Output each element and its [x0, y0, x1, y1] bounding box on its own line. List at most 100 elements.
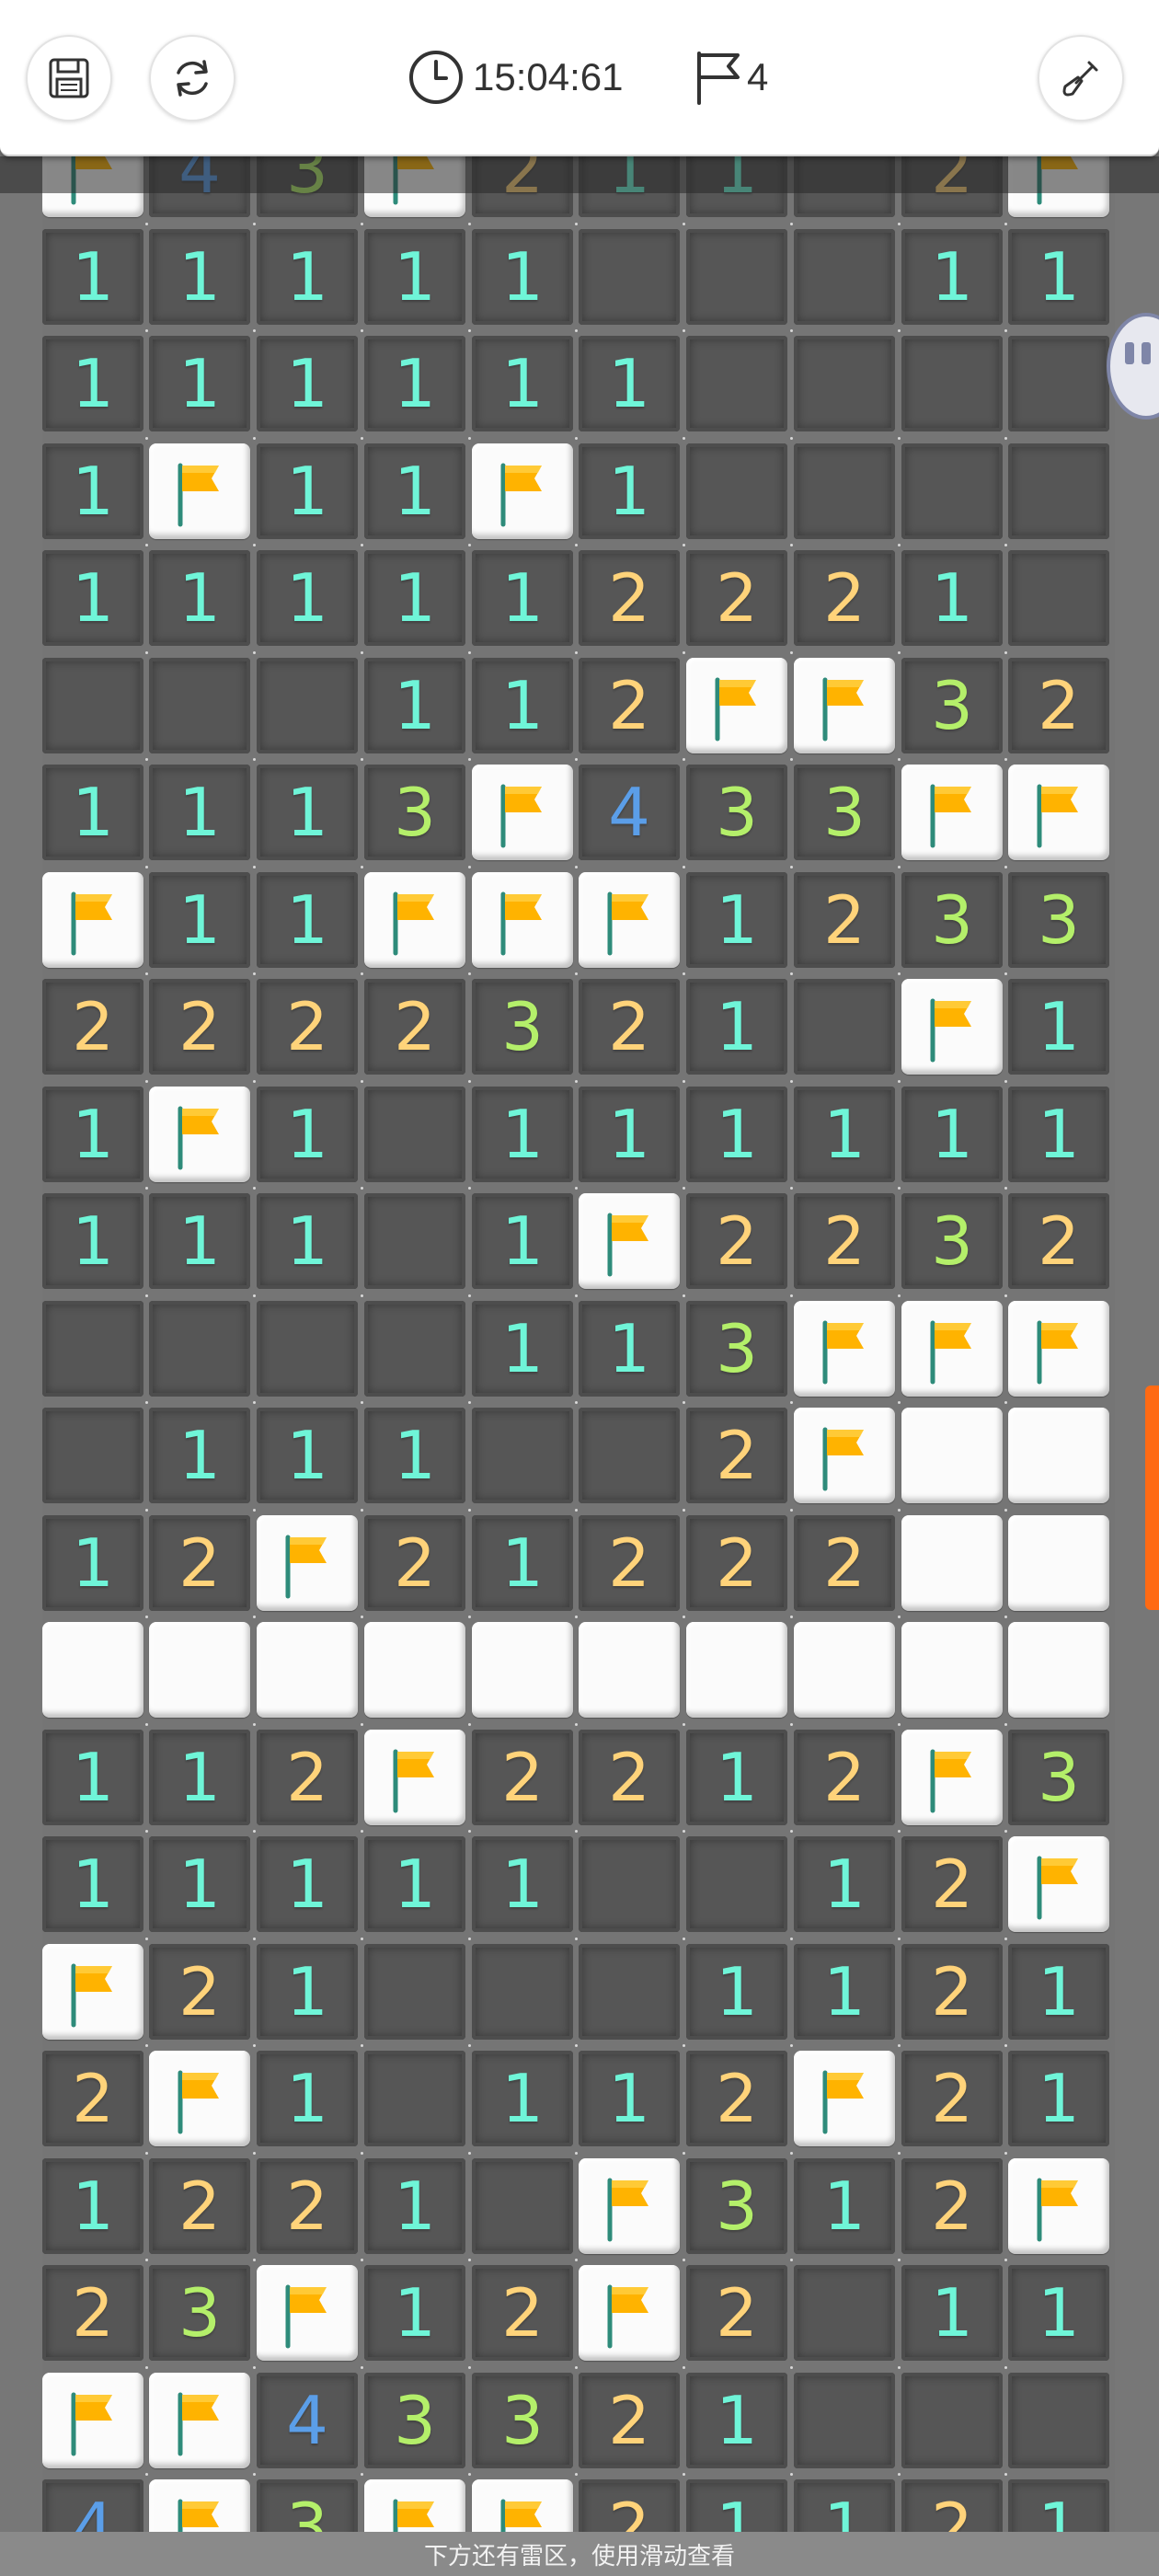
revealed-number-cell[interactable]: 3: [686, 2157, 787, 2254]
revealed-number-cell[interactable]: 2: [579, 1729, 680, 1825]
revealed-number-cell[interactable]: 3: [686, 1300, 787, 1397]
revealed-empty-cell[interactable]: [257, 657, 358, 753]
revealed-number-cell[interactable]: 1: [364, 336, 465, 431]
revealed-number-cell[interactable]: 1: [472, 228, 573, 325]
covered-cell[interactable]: [257, 1622, 358, 1718]
revealed-number-cell[interactable]: 1: [42, 1729, 143, 1825]
revealed-number-cell[interactable]: 2: [257, 2157, 358, 2254]
revealed-number-cell[interactable]: 1: [42, 2157, 143, 2254]
revealed-number-cell[interactable]: 1: [472, 550, 573, 646]
revealed-number-cell[interactable]: 1: [257, 2051, 358, 2146]
revealed-number-cell[interactable]: 1: [1008, 228, 1109, 325]
revealed-number-cell[interactable]: 1: [686, 871, 787, 968]
revealed-number-cell[interactable]: 1: [364, 1408, 465, 1503]
revealed-empty-cell[interactable]: [794, 979, 895, 1075]
revealed-number-cell[interactable]: 1: [42, 228, 143, 325]
revealed-number-cell[interactable]: 1: [257, 336, 358, 431]
revealed-number-cell[interactable]: 1: [579, 336, 680, 431]
revealed-number-cell[interactable]: 2: [579, 550, 680, 646]
revealed-number-cell[interactable]: 1: [149, 765, 250, 860]
revealed-number-cell[interactable]: 2: [42, 2051, 143, 2146]
revealed-empty-cell[interactable]: [794, 2372, 895, 2468]
revealed-empty-cell[interactable]: [1008, 443, 1109, 539]
revealed-number-cell[interactable]: 1: [901, 550, 1003, 646]
revealed-number-cell[interactable]: 2: [686, 2051, 787, 2146]
covered-cell[interactable]: [1008, 1622, 1109, 1718]
revealed-number-cell[interactable]: 1: [257, 1193, 358, 1289]
revealed-number-cell[interactable]: 1: [579, 1300, 680, 1397]
revealed-number-cell[interactable]: 2: [901, 1943, 1003, 2040]
flagged-cell[interactable]: [794, 2051, 895, 2146]
revealed-number-cell[interactable]: 2: [794, 871, 895, 968]
flagged-cell[interactable]: [1008, 2157, 1109, 2254]
flagged-cell[interactable]: [794, 1408, 895, 1503]
revealed-number-cell[interactable]: 1: [257, 1836, 358, 1932]
flagged-cell[interactable]: [364, 1729, 465, 1825]
revealed-number-cell[interactable]: 1: [472, 657, 573, 753]
revealed-number-cell[interactable]: 2: [901, 2157, 1003, 2254]
covered-cell[interactable]: [901, 1514, 1003, 1611]
flagged-cell[interactable]: [579, 2157, 680, 2254]
revealed-number-cell[interactable]: 2: [686, 1514, 787, 1611]
revealed-number-cell[interactable]: 2: [472, 1729, 573, 1825]
flagged-cell[interactable]: [42, 2372, 143, 2468]
revealed-number-cell[interactable]: 1: [901, 2265, 1003, 2361]
flagged-cell[interactable]: [257, 1514, 358, 1611]
covered-cell[interactable]: [901, 1622, 1003, 1718]
flagged-cell[interactable]: [901, 1300, 1003, 1397]
revealed-empty-cell[interactable]: [364, 1086, 465, 1182]
restart-button[interactable]: [149, 35, 235, 121]
revealed-empty-cell[interactable]: [472, 1408, 573, 1503]
flagged-cell[interactable]: [794, 1300, 895, 1397]
flagged-cell[interactable]: [1008, 1300, 1109, 1397]
flagged-cell[interactable]: [1008, 1836, 1109, 1932]
revealed-number-cell[interactable]: 1: [257, 1086, 358, 1182]
revealed-number-cell[interactable]: 3: [472, 979, 573, 1075]
covered-cell[interactable]: [472, 1622, 573, 1718]
revealed-number-cell[interactable]: 1: [901, 1086, 1003, 1182]
revealed-empty-cell[interactable]: [579, 1943, 680, 2040]
revealed-number-cell[interactable]: 3: [364, 765, 465, 860]
revealed-number-cell[interactable]: 3: [1008, 1729, 1109, 1825]
revealed-number-cell[interactable]: 1: [42, 1086, 143, 1182]
revealed-number-cell[interactable]: 3: [794, 765, 895, 860]
revealed-number-cell[interactable]: 2: [149, 2157, 250, 2254]
flagged-cell[interactable]: [149, 443, 250, 539]
covered-cell[interactable]: [364, 1622, 465, 1718]
revealed-number-cell[interactable]: 1: [257, 1408, 358, 1503]
revealed-number-cell[interactable]: 2: [579, 979, 680, 1075]
flagged-cell[interactable]: [472, 443, 573, 539]
revealed-number-cell[interactable]: 1: [149, 336, 250, 431]
revealed-number-cell[interactable]: 1: [257, 1943, 358, 2040]
covered-cell[interactable]: [42, 1622, 143, 1718]
revealed-number-cell[interactable]: 1: [794, 2157, 895, 2254]
revealed-empty-cell[interactable]: [901, 443, 1003, 539]
revealed-number-cell[interactable]: 2: [364, 1514, 465, 1611]
revealed-number-cell[interactable]: 1: [257, 550, 358, 646]
revealed-number-cell[interactable]: 1: [364, 2157, 465, 2254]
revealed-number-cell[interactable]: 1: [686, 1086, 787, 1182]
revealed-empty-cell[interactable]: [472, 2157, 573, 2254]
revealed-number-cell[interactable]: 3: [901, 1193, 1003, 1289]
revealed-number-cell[interactable]: 2: [257, 1729, 358, 1825]
revealed-empty-cell[interactable]: [257, 1300, 358, 1397]
revealed-number-cell[interactable]: 2: [42, 979, 143, 1075]
revealed-number-cell[interactable]: 1: [364, 2265, 465, 2361]
revealed-number-cell[interactable]: 1: [364, 228, 465, 325]
revealed-number-cell[interactable]: 2: [1008, 657, 1109, 753]
revealed-empty-cell[interactable]: [149, 1300, 250, 1397]
revealed-number-cell[interactable]: 1: [1008, 2265, 1109, 2361]
flagged-cell[interactable]: [579, 871, 680, 968]
revealed-number-cell[interactable]: 4: [579, 765, 680, 860]
revealed-number-cell[interactable]: 1: [1008, 2051, 1109, 2146]
revealed-empty-cell[interactable]: [794, 336, 895, 431]
revealed-number-cell[interactable]: 1: [1008, 979, 1109, 1075]
revealed-number-cell[interactable]: 1: [149, 1836, 250, 1932]
revealed-number-cell[interactable]: 1: [42, 443, 143, 539]
revealed-number-cell[interactable]: 1: [149, 871, 250, 968]
revealed-number-cell[interactable]: 1: [579, 443, 680, 539]
flagged-cell[interactable]: [257, 2265, 358, 2361]
revealed-number-cell[interactable]: 1: [1008, 1943, 1109, 2040]
revealed-number-cell[interactable]: 1: [257, 871, 358, 968]
revealed-empty-cell[interactable]: [149, 657, 250, 753]
